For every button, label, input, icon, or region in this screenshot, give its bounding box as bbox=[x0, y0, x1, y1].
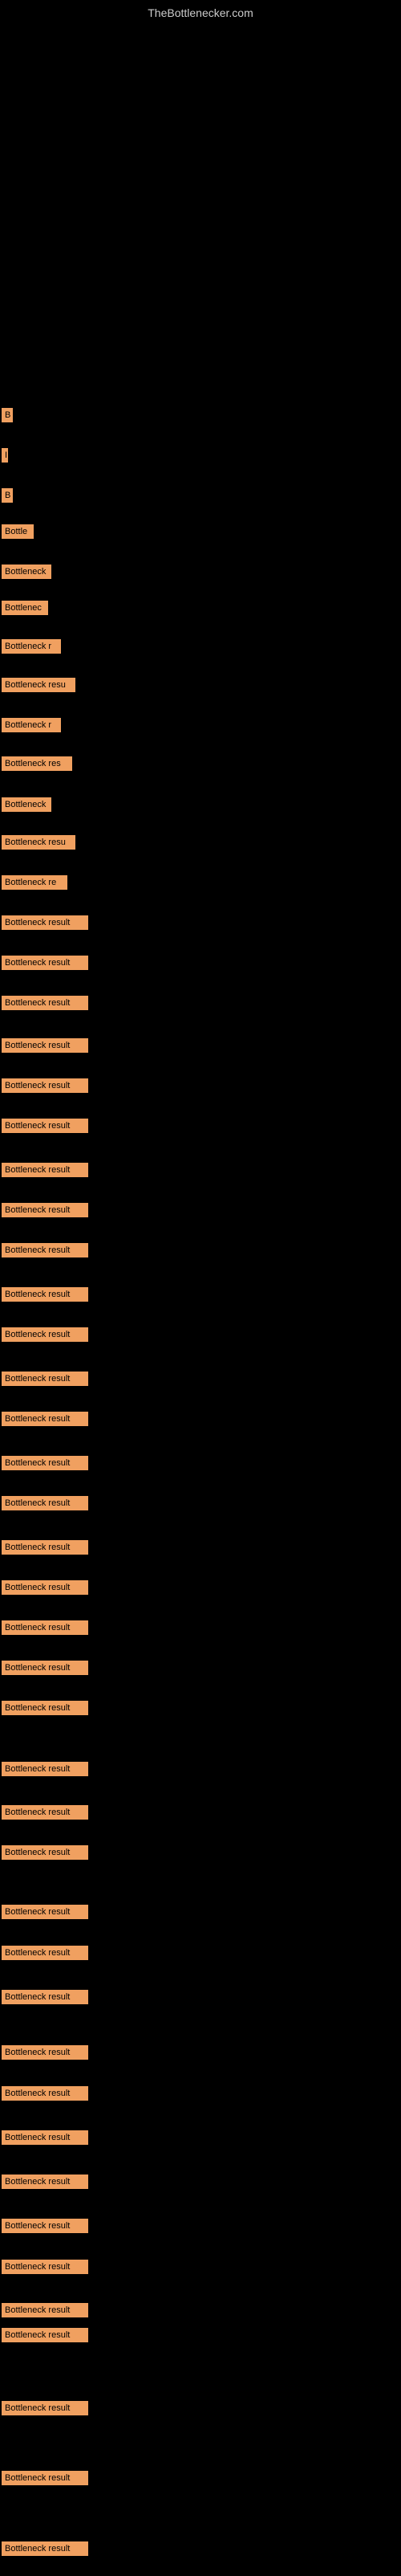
bottleneck-result-item: Bottleneck result bbox=[2, 1661, 88, 1675]
bottleneck-result-item: Bottleneck result bbox=[2, 1496, 88, 1510]
bottleneck-result-item: Bottleneck result bbox=[2, 2175, 88, 2189]
bottleneck-result-item: I bbox=[2, 448, 8, 463]
bottleneck-result-item: Bottleneck result bbox=[2, 1580, 88, 1595]
bottleneck-result-item: Bottleneck result bbox=[2, 1078, 88, 1093]
bottleneck-result-item: B bbox=[2, 408, 13, 422]
bottleneck-result-item: B bbox=[2, 488, 13, 503]
bottleneck-result-item: Bottleneck result bbox=[2, 1119, 88, 1133]
bottleneck-result-item: Bottleneck result bbox=[2, 1990, 88, 2004]
bottleneck-result-item: Bottleneck result bbox=[2, 1946, 88, 1960]
bottleneck-result-item: Bottleneck result bbox=[2, 2260, 88, 2274]
bottleneck-result-item: Bottleneck r bbox=[2, 639, 61, 654]
bottleneck-result-item: Bottleneck result bbox=[2, 2086, 88, 2101]
bottleneck-result-item: Bottleneck resu bbox=[2, 835, 75, 850]
bottleneck-result-item: Bottleneck result bbox=[2, 1412, 88, 1426]
bottleneck-result-item: Bottleneck result bbox=[2, 1905, 88, 1919]
bottleneck-result-item: Bottleneck bbox=[2, 565, 51, 579]
bottleneck-result-item: Bottleneck result bbox=[2, 2541, 88, 2556]
bottleneck-result-item: Bottleneck result bbox=[2, 2328, 88, 2342]
bottleneck-result-item: Bottleneck result bbox=[2, 1805, 88, 1820]
bottleneck-result-item: Bottleneck result bbox=[2, 1620, 88, 1635]
site-title: TheBottlenecker.com bbox=[0, 0, 401, 22]
bottleneck-result-item: Bottleneck result bbox=[2, 1243, 88, 1257]
bottleneck-result-item: Bottleneck bbox=[2, 797, 51, 812]
bottleneck-result-item: Bottleneck result bbox=[2, 1327, 88, 1342]
bottleneck-result-item: Bottleneck result bbox=[2, 2219, 88, 2233]
bottleneck-result-item: Bottleneck result bbox=[2, 1163, 88, 1177]
bottleneck-result-item: Bottleneck result bbox=[2, 915, 88, 930]
bottleneck-result-item: Bottleneck result bbox=[2, 1287, 88, 1302]
bottleneck-result-item: Bottleneck result bbox=[2, 1701, 88, 1715]
bottleneck-result-item: Bottleneck result bbox=[2, 1762, 88, 1776]
bottleneck-result-item: Bottleneck result bbox=[2, 996, 88, 1010]
bottleneck-result-item: Bottleneck result bbox=[2, 2303, 88, 2317]
bottleneck-result-item: Bottleneck result bbox=[2, 2045, 88, 2060]
bottleneck-result-item: Bottle bbox=[2, 524, 34, 539]
bottleneck-result-item: Bottleneck result bbox=[2, 1456, 88, 1470]
bottleneck-result-item: Bottlenec bbox=[2, 601, 48, 615]
bottleneck-result-item: Bottleneck result bbox=[2, 956, 88, 970]
bottleneck-result-item: Bottleneck resu bbox=[2, 678, 75, 692]
bottleneck-result-item: Bottleneck r bbox=[2, 718, 61, 732]
bottleneck-result-item: Bottleneck result bbox=[2, 1372, 88, 1386]
bottleneck-result-item: Bottleneck result bbox=[2, 1038, 88, 1053]
bottleneck-result-item: Bottleneck re bbox=[2, 875, 67, 890]
bottleneck-result-item: Bottleneck result bbox=[2, 1203, 88, 1217]
bottleneck-result-item: Bottleneck result bbox=[2, 2471, 88, 2485]
bottleneck-result-item: Bottleneck result bbox=[2, 1540, 88, 1555]
bottleneck-result-item: Bottleneck result bbox=[2, 2401, 88, 2415]
bottleneck-result-item: Bottleneck res bbox=[2, 756, 72, 771]
bottleneck-result-item: Bottleneck result bbox=[2, 1845, 88, 1860]
bottleneck-result-item: Bottleneck result bbox=[2, 2130, 88, 2145]
